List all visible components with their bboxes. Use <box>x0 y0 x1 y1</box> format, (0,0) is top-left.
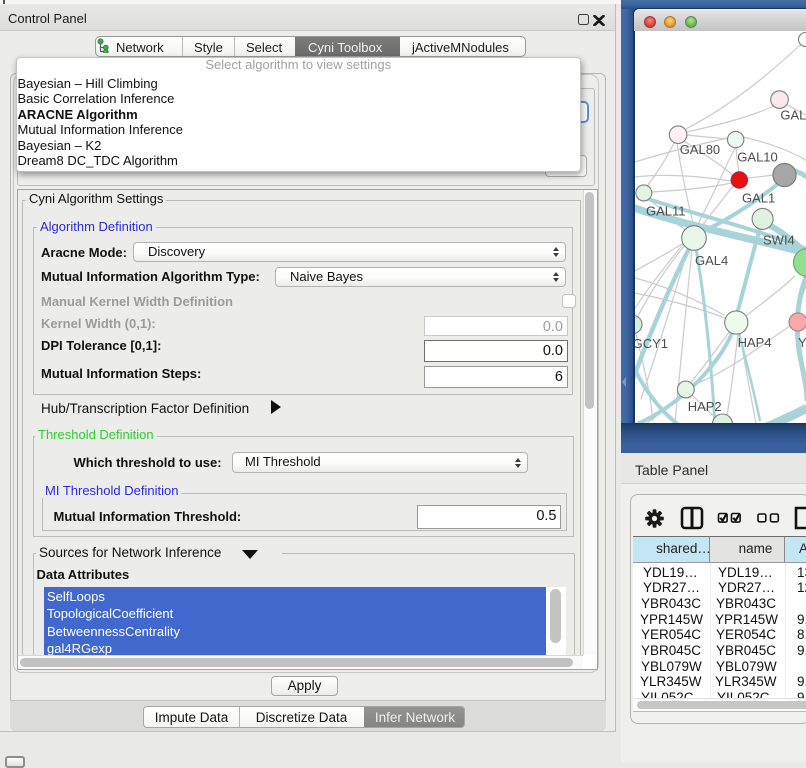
svg-text:GAL7: GAL7 <box>780 108 806 123</box>
svg-text:GAL4: GAL4 <box>695 253 728 268</box>
svg-text:GAL80: GAL80 <box>680 142 720 157</box>
svg-text:HAP2: HAP2 <box>688 399 722 414</box>
svg-text:GAL10: GAL10 <box>737 150 777 165</box>
svg-text:YL: YL <box>798 335 806 350</box>
svg-text:SWI4: SWI4 <box>763 233 795 248</box>
svg-text:GAL11: GAL11 <box>646 204 686 219</box>
svg-text:GAL1: GAL1 <box>742 191 775 206</box>
svg-text:HAP4: HAP4 <box>738 335 772 350</box>
svg-text:GCY1: GCY1 <box>635 336 668 351</box>
